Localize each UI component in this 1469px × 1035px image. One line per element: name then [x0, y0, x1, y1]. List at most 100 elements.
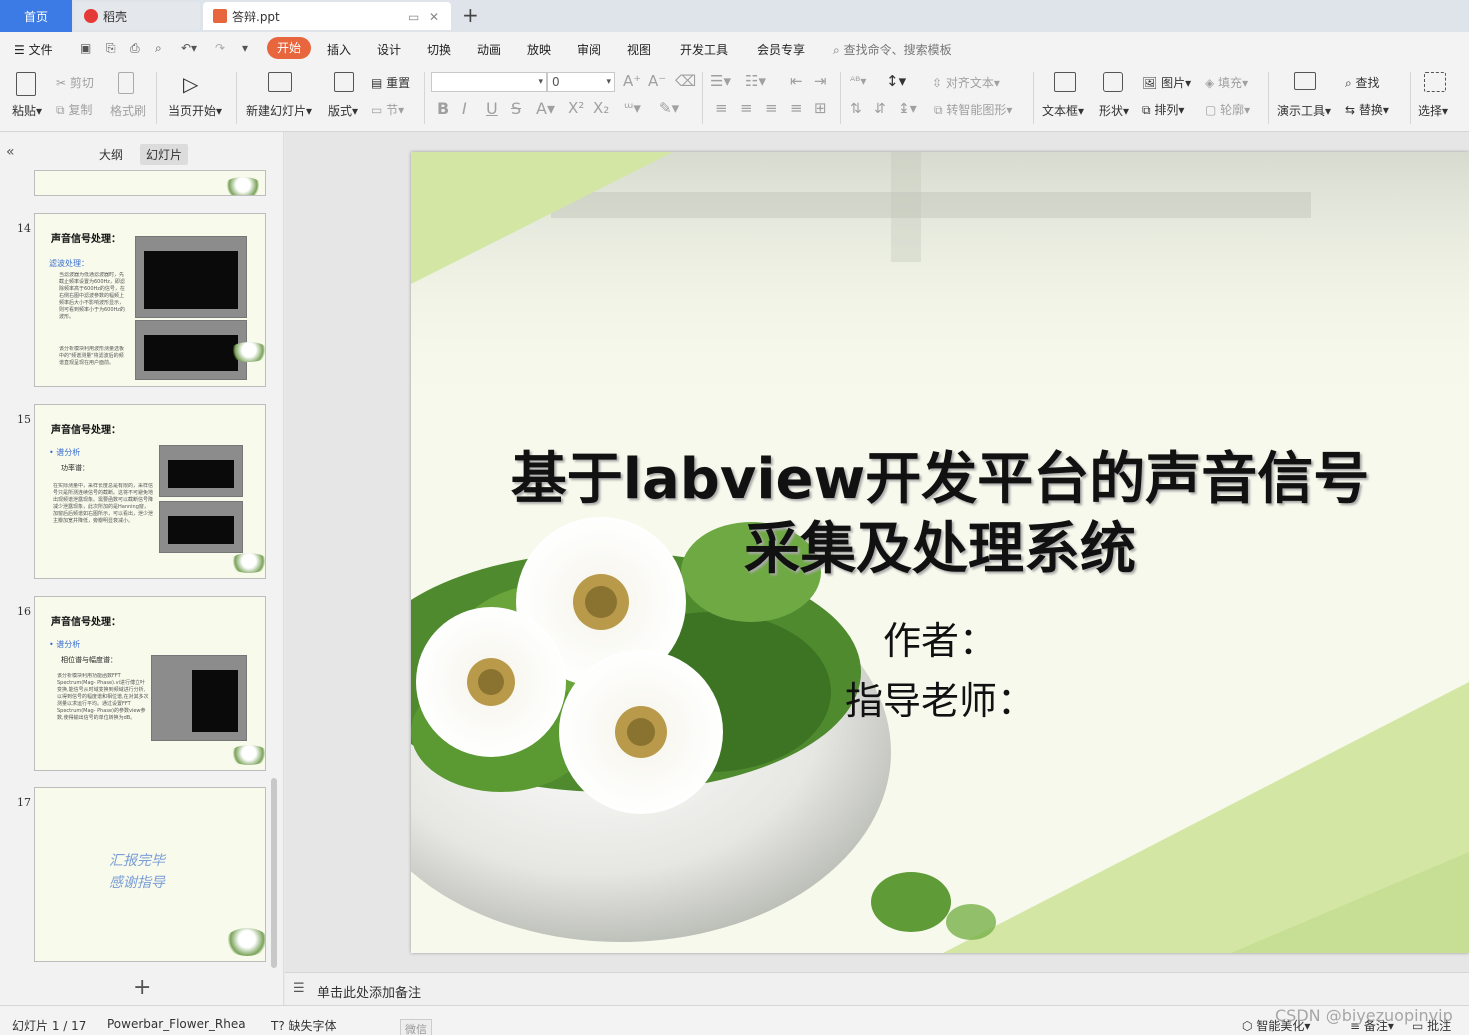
slide-number: 14 [17, 222, 31, 235]
print-preview-icon[interactable]: ⌕ [155, 41, 162, 56]
thumb-title: 声音信号处理： [51, 425, 121, 436]
select-button[interactable]: 选择▾ [1418, 102, 1448, 119]
close-tab-icon[interactable]: ✕ [429, 10, 439, 24]
outline-button[interactable]: ▢ 轮廓▾ [1205, 101, 1250, 118]
tab-outline[interactable]: 大纲 [93, 144, 129, 165]
menu-animation[interactable]: 动画 [477, 41, 501, 58]
theme-name[interactable]: Powerbar_Flower_Rhea [107, 1017, 246, 1031]
format-painter-button[interactable]: 格式刷 [110, 102, 146, 119]
tab-slides[interactable]: 幻灯片 [140, 144, 189, 165]
copy-button[interactable]: ⧉ 复制 [56, 101, 92, 118]
ribbon-toolbar: 粘贴▾ ✂ 剪切 ⧉ 复制 格式刷 ▷ 当页开始▾ 新建幻灯片▾ 版式▾ ▤ 重… [0, 66, 1469, 132]
fill-button[interactable]: ◈ 填充▾ [1205, 74, 1248, 91]
smart-shape-button[interactable]: ⧉ 转智能图形▾ [934, 101, 1012, 118]
strikethrough-icon[interactable]: S [511, 99, 521, 118]
save-icon[interactable]: ▣ [80, 41, 91, 55]
highlight-icon[interactable]: ✎▾ [659, 99, 679, 117]
bullet-list-icon[interactable]: ☰▾ [710, 72, 731, 90]
menu-design[interactable]: 设计 [377, 41, 401, 58]
menu-file[interactable]: ☰ 文件 [14, 41, 53, 58]
text-direction-icon[interactable]: ᴬᴮ▾ [850, 74, 866, 88]
align-text-label: 对齐文本 [945, 76, 994, 90]
decrease-font-icon[interactable]: A⁻ [648, 72, 666, 90]
line-height-icon[interactable]: ↨▾ [898, 101, 917, 117]
textbox-button[interactable]: 文本框▾ [1042, 102, 1084, 119]
undo-icon[interactable]: ↶▾ [181, 41, 197, 55]
notes-pane[interactable]: ☰ 单击此处添加备注 [285, 972, 1469, 1005]
superscript-icon[interactable]: X² [568, 99, 584, 117]
more-icon[interactable]: ▾ [242, 41, 248, 55]
section-button[interactable]: ▭ 节▾ [371, 101, 404, 118]
align-left-icon[interactable]: ≡ [715, 99, 728, 117]
tab-document[interactable]: 答辩.ppt ▭ ✕ [203, 2, 451, 30]
slide-title-line2[interactable]: 采集及处理系统 [411, 504, 1469, 585]
menu-start[interactable]: 开始 [267, 37, 311, 59]
slide-advisor[interactable]: 指导老师： [411, 670, 1469, 725]
collapse-panel-icon[interactable]: « [6, 144, 15, 160]
font-size-select[interactable]: 0 ▾ [547, 72, 615, 92]
new-slide-button[interactable]: 新建幻灯片▾ [246, 102, 312, 119]
clear-format-icon[interactable]: ⌫ [675, 72, 696, 90]
align-center-icon[interactable]: ≡ [740, 99, 753, 117]
export-pdf-icon[interactable]: ⎘ [106, 41, 116, 56]
section-label: 节 [386, 103, 399, 117]
slide-thumbnail[interactable]: 汇报完毕 感谢指导 [34, 787, 266, 962]
add-slide-icon[interactable]: + [133, 975, 151, 1000]
reset-button[interactable]: ▤ 重置 [371, 74, 410, 91]
print-icon[interactable]: ⎙ [130, 41, 140, 56]
notes-placeholder: 单击此处添加备注 [317, 986, 422, 1001]
italic-icon[interactable]: I [462, 99, 467, 118]
shape-button[interactable]: 形状▾ [1099, 102, 1129, 119]
wechat-button[interactable]: 微信 [400, 1019, 432, 1035]
tab-daoke[interactable]: 稻壳 [74, 2, 200, 30]
slide-thumbnail[interactable]: 声音信号处理： 滤波处理： 当滤波器为低通滤波器时，先截止频率设置为600Hz，… [34, 213, 266, 387]
panel-scrollbar[interactable] [271, 778, 277, 968]
menu-view[interactable]: 视图 [627, 41, 651, 58]
justify-icon[interactable]: ≡ [790, 99, 803, 117]
menu-transition[interactable]: 切换 [427, 41, 451, 58]
tab-home[interactable]: 首页 [0, 0, 72, 32]
command-search[interactable]: ⌕ 查找命令、搜索模板 [833, 41, 952, 58]
layout-button[interactable]: 版式▾ [328, 102, 358, 119]
font-color-icon[interactable]: A▾ [536, 99, 555, 118]
find-button[interactable]: ⌕ 查找 [1345, 74, 1380, 91]
ppt-file-icon [213, 9, 227, 23]
underline-icon[interactable]: U [486, 99, 498, 118]
replace-button[interactable]: ⇆ 替换▾ [1345, 101, 1389, 118]
indent-increase-icon[interactable]: ⇥ [814, 72, 827, 90]
align-right-icon[interactable]: ≡ [765, 99, 778, 117]
presenter-tools-button[interactable]: 演示工具▾ [1277, 102, 1331, 119]
subscript-icon[interactable]: X₂ [593, 99, 609, 117]
float-window-icon[interactable]: ▭ [408, 10, 419, 24]
slide-author[interactable]: 作者： [411, 610, 1469, 665]
from-current-button[interactable]: 当页开始▾ [168, 102, 222, 119]
new-tab-icon[interactable]: + [462, 3, 479, 27]
bold-icon[interactable]: B [437, 99, 449, 118]
columns-icon[interactable]: ⇵ [874, 101, 886, 117]
paste-button[interactable]: 粘贴▾ [12, 102, 42, 119]
redo-icon[interactable]: ↷ [215, 41, 225, 55]
slide-thumbnail[interactable]: 声音信号处理： • 谱分析 相位谱与幅度谱： 该分析模块利用功能函数FFT Sp… [34, 596, 266, 771]
picture-button[interactable]: 🖼 图片▾ [1142, 74, 1191, 91]
numbered-list-icon[interactable]: ☷▾ [745, 72, 766, 90]
increase-font-icon[interactable]: A⁺ [623, 72, 641, 90]
phonetic-icon[interactable]: ᵚ▾ [624, 99, 641, 117]
align-text-button[interactable]: ⇳ 对齐文本▾ [932, 74, 1000, 91]
menu-member[interactable]: 会员专享 [757, 41, 805, 58]
cut-button[interactable]: ✂ 剪切 [56, 74, 94, 91]
line-spacing-icon[interactable]: ↕▾ [886, 72, 906, 90]
slide-thumbnail[interactable]: 声音信号处理： • 谱分析 功率谱： 在实际测量中，采样长度总是有限的，采样信号… [34, 404, 266, 579]
menu-review[interactable]: 审阅 [577, 41, 601, 58]
slide-thumbnail[interactable] [34, 170, 266, 196]
para-spacing-icon[interactable]: ⇅ [850, 101, 862, 117]
indent-decrease-icon[interactable]: ⇤ [790, 72, 803, 90]
font-name-select[interactable]: ▾ [431, 72, 547, 92]
distribute-icon[interactable]: ⊞ [814, 99, 827, 117]
menu-slideshow[interactable]: 放映 [527, 41, 551, 58]
menu-developer[interactable]: 开发工具 [680, 41, 728, 58]
slide-title[interactable]: 基于labview开发平台的声音信号 [411, 434, 1469, 515]
arrange-button[interactable]: ⧉ 排列▾ [1142, 101, 1184, 118]
missing-fonts-button[interactable]: T? 缺失字体 [271, 1017, 337, 1034]
menu-insert[interactable]: 插入 [327, 41, 351, 58]
current-slide[interactable]: 基于labview开发平台的声音信号 采集及处理系统 作者： 指导老师： [411, 152, 1469, 953]
